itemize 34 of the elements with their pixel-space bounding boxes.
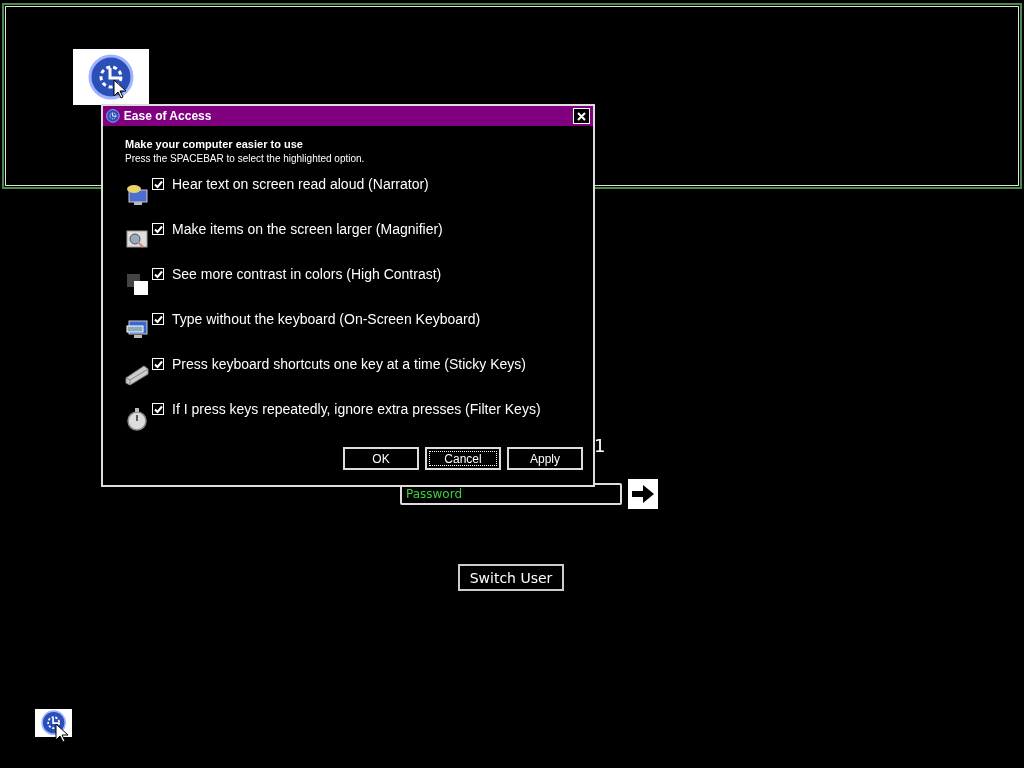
ease-of-access-button[interactable] (73, 49, 149, 105)
checkbox[interactable] (152, 313, 164, 325)
close-button[interactable] (573, 108, 590, 124)
switch-user-button[interactable]: Switch User (458, 564, 564, 591)
user-name-text: 1 (594, 435, 606, 456)
dialog-heading: Make your computer easier to use (125, 138, 304, 150)
checkbox[interactable] (152, 223, 164, 235)
checkbox[interactable] (152, 403, 164, 415)
option-label: Press keyboard shortcuts one key at a time (Sticky Keys) (172, 356, 527, 372)
arrow-right-icon (632, 485, 654, 503)
window-title: Ease of Access (123, 109, 213, 123)
dialog-button[interactable]: OK (343, 447, 419, 470)
checkbox[interactable] (152, 268, 164, 280)
option-label: If I press keys repeatedly, ignore extra presses (Filter Keys) (172, 401, 541, 417)
monitor-speech-icon (125, 182, 149, 206)
checkbox[interactable] (152, 358, 164, 370)
option-label: Hear text on screen read aloud (Narrator) (172, 176, 429, 192)
contrast-squares-icon (125, 272, 149, 296)
magnifier-icon (125, 227, 149, 251)
option-label: See more contrast in colors (High Contrast) (172, 266, 442, 282)
checkbox[interactable] (152, 178, 164, 190)
option-label: Make items on the screen larger (Magnifier) (172, 221, 443, 237)
ease-of-access-icon (106, 109, 120, 123)
dialog-button[interactable]: Cancel (425, 447, 501, 470)
option-label: Type without the keyboard (On-Screen Keyboard) (172, 311, 481, 327)
mouse-pointer-icon (55, 723, 69, 743)
screen-keyboard-icon (125, 317, 149, 341)
ease-of-access-icon (88, 54, 134, 100)
instruction-text: Press the SPACEBAR to select the highlighted option. (125, 153, 366, 164)
dialog-button[interactable]: Apply (507, 447, 583, 470)
mouse-pointer-icon (113, 79, 127, 99)
close-icon (577, 111, 586, 121)
submit-button[interactable] (628, 479, 658, 509)
stopwatch-icon (125, 407, 149, 431)
